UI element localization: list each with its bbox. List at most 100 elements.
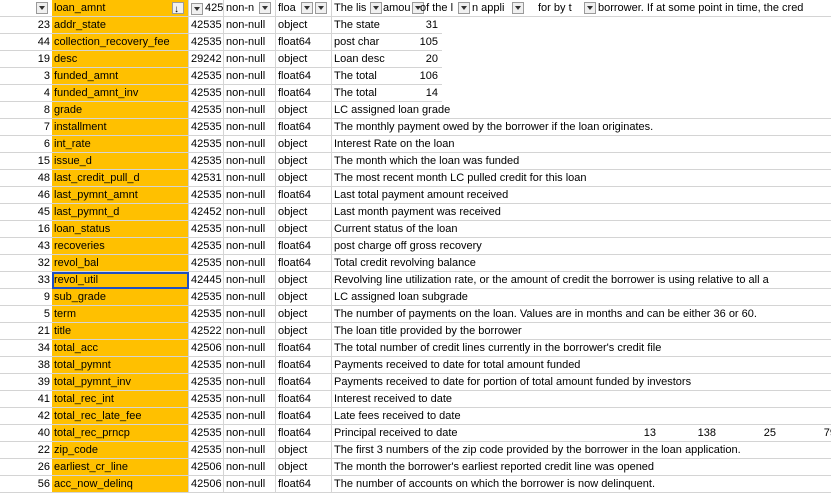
row-index-cell[interactable]: 33	[0, 272, 52, 289]
column-name-cell[interactable]: title	[52, 323, 189, 340]
column-name-cell[interactable]: collection_recovery_fee	[52, 34, 189, 51]
nonnull-cell[interactable]: non-null	[224, 238, 276, 255]
nonnull-cell[interactable]: non-null	[224, 85, 276, 102]
column-name-cell[interactable]: installment	[52, 119, 189, 136]
description-cell[interactable]: Late fees received to date	[332, 408, 831, 425]
nonnull-cell[interactable]: non-null	[224, 17, 276, 34]
column-name-cell[interactable]: int_rate	[52, 136, 189, 153]
column-name-cell[interactable]: funded_amnt_inv	[52, 85, 189, 102]
count-cell[interactable]: 42535	[189, 136, 224, 153]
row-index-cell[interactable]: 23	[0, 17, 52, 34]
count-cell[interactable]: 42452	[189, 204, 224, 221]
description-cell[interactable]: The loan title provided by the borrower	[332, 323, 831, 340]
column-name-cell[interactable]: total_acc	[52, 340, 189, 357]
column-name-cell[interactable]: term	[52, 306, 189, 323]
filter-dropdown-icon[interactable]	[370, 2, 382, 14]
description-cell[interactable]: The state 31	[332, 17, 442, 34]
dtype-cell[interactable]: float64	[276, 68, 332, 85]
dtype-cell[interactable]: float64	[276, 255, 332, 272]
description-cell[interactable]: The number of accounts on which the borr…	[332, 476, 831, 493]
column-name-cell[interactable]: total_rec_prncp	[52, 425, 189, 442]
row-index-cell[interactable]: 39	[0, 374, 52, 391]
row-index-cell[interactable]: 46	[0, 187, 52, 204]
description-cell[interactable]: Payments received to date for portion of…	[332, 374, 831, 391]
count-cell[interactable]: 42506	[189, 476, 224, 493]
nonnull-cell[interactable]: non-null	[224, 442, 276, 459]
row-index-cell[interactable]: 42	[0, 408, 52, 425]
dtype-cell[interactable]: float64	[276, 238, 332, 255]
dtype-cell[interactable]: object	[276, 204, 332, 221]
description-cell[interactable]: Last month payment was received	[332, 204, 831, 221]
count-cell[interactable]: 42535	[189, 119, 224, 136]
row-index-cell[interactable]: 34	[0, 340, 52, 357]
column-name-cell[interactable]: acc_now_delinq	[52, 476, 189, 493]
dtype-cell[interactable]: object	[276, 221, 332, 238]
row-index-cell[interactable]: 40	[0, 425, 52, 442]
nonnull-cell[interactable]: non-null	[224, 459, 276, 476]
row-index-cell[interactable]: 56	[0, 476, 52, 493]
nonnull-cell[interactable]: non-null	[224, 51, 276, 68]
nonnull-cell[interactable]: non-null	[224, 153, 276, 170]
description-cell[interactable]: The total number of credit lines current…	[332, 340, 831, 357]
description-cell[interactable]: The most recent month LC pulled credit f…	[332, 170, 831, 187]
dtype-cell[interactable]: object	[276, 153, 332, 170]
count-cell[interactable]: 42535	[189, 85, 224, 102]
count-cell[interactable]: 42535	[189, 187, 224, 204]
description-cell[interactable]: Interest received to date	[332, 391, 831, 408]
count-cell[interactable]: 42535	[189, 68, 224, 85]
nonnull-cell[interactable]: non-null	[224, 340, 276, 357]
dtype-cell[interactable]: float64	[276, 408, 332, 425]
count-cell[interactable]: 42535	[189, 34, 224, 51]
nonnull-cell[interactable]: non-null	[224, 204, 276, 221]
dtype-cell[interactable]: object	[276, 51, 332, 68]
row-index-cell[interactable]: 26	[0, 459, 52, 476]
nonnull-cell[interactable]: non-null	[224, 323, 276, 340]
column-name-cell[interactable]: addr_state	[52, 17, 189, 34]
filter-dropdown-icon[interactable]	[512, 2, 524, 14]
dtype-cell[interactable]: float64	[276, 340, 332, 357]
dtype-cell[interactable]: object	[276, 102, 332, 119]
description-cell[interactable]: The month which the loan was funded	[332, 153, 831, 170]
dtype-cell[interactable]: float64	[276, 187, 332, 204]
nonnull-cell[interactable]: non-null	[224, 187, 276, 204]
filter-dropdown-icon[interactable]	[315, 2, 327, 14]
count-cell[interactable]: 42535	[189, 408, 224, 425]
count-cell[interactable]: 42535	[189, 357, 224, 374]
column-name-cell[interactable]: grade	[52, 102, 189, 119]
dtype-cell[interactable]: float64	[276, 85, 332, 102]
nonnull-cell[interactable]: non-null	[224, 102, 276, 119]
column-name-cell[interactable]: total_rec_late_fee	[52, 408, 189, 425]
description-cell[interactable]: LC assigned loan grade	[332, 102, 831, 119]
filter-dropdown-icon[interactable]	[301, 2, 313, 14]
row-index-cell[interactable]: 15	[0, 153, 52, 170]
row-index-cell[interactable]: 21	[0, 323, 52, 340]
nonnull-cell[interactable]: non-null	[224, 391, 276, 408]
column-name-cell[interactable]: last_credit_pull_d	[52, 170, 189, 187]
count-cell[interactable]: 42522	[189, 323, 224, 340]
nonnull-cell[interactable]: non-null	[224, 221, 276, 238]
row-index-cell[interactable]: 43	[0, 238, 52, 255]
row-index-cell[interactable]: 44	[0, 34, 52, 51]
sort-filter-icon[interactable]	[172, 1, 184, 16]
column-name-cell[interactable]: loan_status	[52, 221, 189, 238]
column-name-cell[interactable]: last_pymnt_amnt	[52, 187, 189, 204]
count-cell[interactable]: 42531	[189, 170, 224, 187]
column-name-cell[interactable]: issue_d	[52, 153, 189, 170]
nonnull-cell[interactable]: non-null	[224, 272, 276, 289]
row-index-cell[interactable]: 16	[0, 221, 52, 238]
dtype-cell[interactable]: object	[276, 459, 332, 476]
description-cell[interactable]: Principal received to date 13 138 25 79	[332, 425, 831, 442]
dtype-cell[interactable]: float64	[276, 374, 332, 391]
row-index-cell[interactable]: 6	[0, 136, 52, 153]
dtype-cell[interactable]: object	[276, 272, 332, 289]
row-index-cell[interactable]: 5	[0, 306, 52, 323]
dtype-cell[interactable]: float64	[276, 476, 332, 493]
dtype-cell[interactable]: object	[276, 323, 332, 340]
column-name-cell[interactable]: revol_util	[52, 272, 189, 289]
dtype-cell[interactable]: object	[276, 442, 332, 459]
description-cell[interactable]: The monthly payment owed by the borrower…	[332, 119, 831, 136]
row-index-cell[interactable]: 22	[0, 442, 52, 459]
count-cell[interactable]: 42535	[189, 255, 224, 272]
count-cell[interactable]: 42506	[189, 459, 224, 476]
row-index-cell[interactable]: 7	[0, 119, 52, 136]
